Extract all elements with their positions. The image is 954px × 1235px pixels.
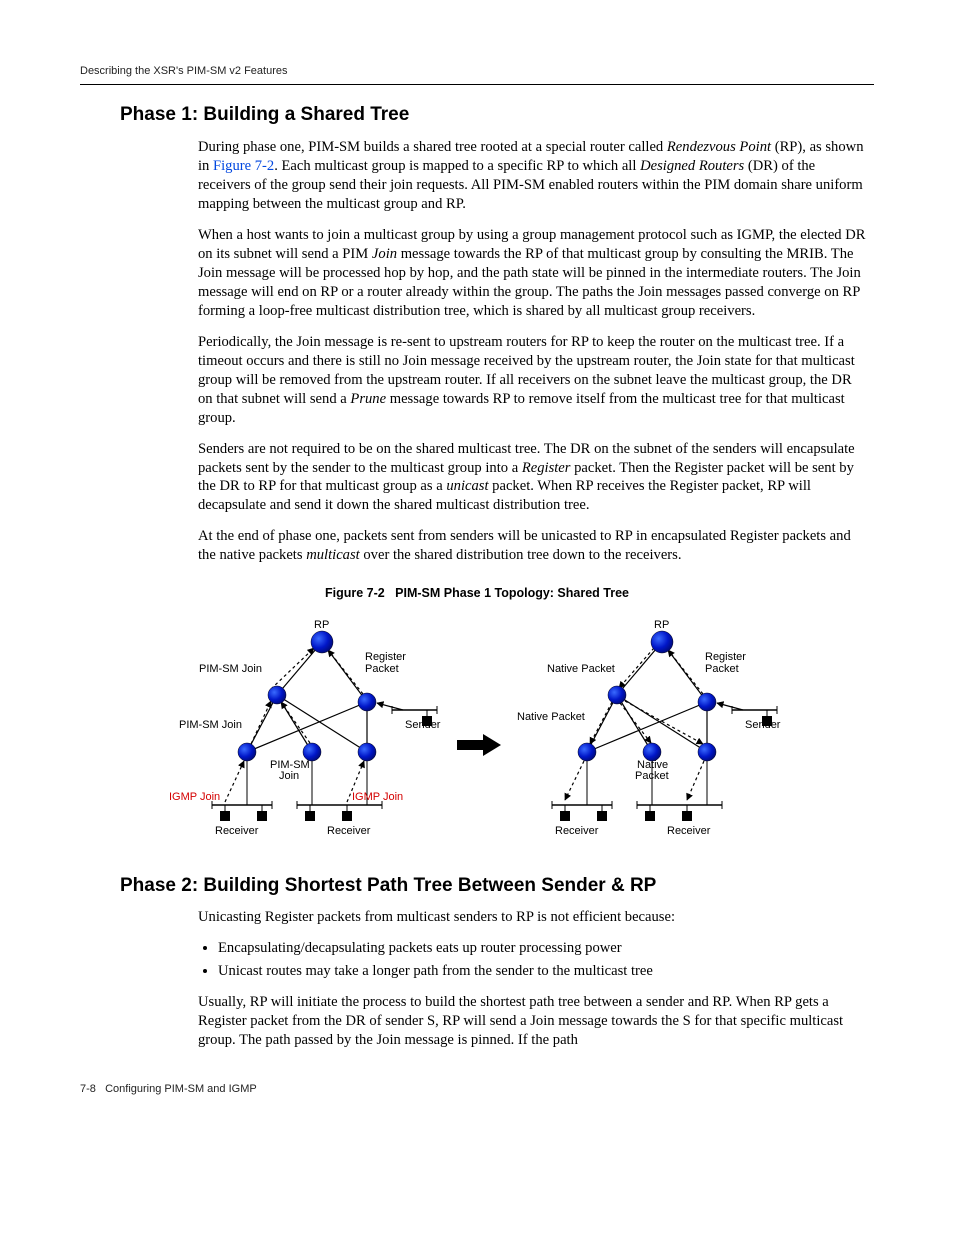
phase1-p4: Senders are not required to be on the sh… — [198, 440, 868, 516]
term-prune: Prune — [350, 391, 386, 407]
phase1-p3: Periodically, the Join message is re-sen… — [198, 333, 868, 428]
chapter-title: Configuring PIM-SM and IGMP — [105, 1083, 257, 1095]
figure-caption: Figure 7-2 PIM-SM Phase 1 Topology: Shar… — [80, 585, 874, 601]
label-native-packet: Native Packet — [547, 663, 615, 675]
phase1-body: During phase one, PIM-SM builds a shared… — [198, 138, 868, 565]
label-packet: Packet — [705, 663, 739, 675]
text: During phase one, PIM-SM builds a shared… — [198, 139, 667, 155]
term-multicast: multicast — [306, 547, 360, 563]
phase1-p2: When a host wants to join a multicast gr… — [198, 226, 868, 321]
label-packet: Packet — [365, 663, 399, 675]
phase1-p5: At the end of phase one, packets sent fr… — [198, 527, 868, 565]
label-receiver: Receiver — [667, 825, 711, 837]
figure-7-2: RPRegisterPacketSenderReceiverReceiverPI… — [157, 610, 797, 856]
term-designed-routers: Designed Routers — [640, 158, 744, 174]
term-register: Register — [522, 460, 571, 476]
term-rendezvous-point: Rendezvous Point — [667, 139, 771, 155]
phase2-p1: Usually, RP will initiate the process to… — [198, 993, 868, 1050]
running-header: Describing the XSR's PIM-SM v2 Features — [80, 64, 874, 85]
text: over the shared distribution tree down t… — [360, 547, 682, 563]
page-number: 7-8 — [80, 1083, 96, 1095]
label-rp: RP — [654, 619, 669, 631]
label-register: Register — [365, 651, 406, 663]
page: Describing the XSR's PIM-SM v2 Features … — [0, 0, 954, 1136]
phase2-body: Unicasting Register packets from multica… — [198, 908, 868, 1050]
label-pimsm-join: PIM-SM Join — [179, 719, 242, 731]
label-sender: Sender — [405, 719, 441, 731]
list-item: Unicast routes may take a longer path fr… — [218, 962, 868, 981]
label-pimsm-join: PIM-SM Join — [199, 663, 262, 675]
text: . Each multicast group is mapped to a sp… — [274, 158, 640, 174]
label-igmp-join: IGMP Join — [169, 791, 220, 803]
phase2-intro: Unicasting Register packets from multica… — [198, 908, 868, 927]
label-igmp-join: IGMP Join — [352, 791, 403, 803]
figure-label: Figure 7-2 — [325, 586, 385, 600]
label-sender: Sender — [745, 719, 781, 731]
label-receiver: Receiver — [215, 825, 259, 837]
label-register: Register — [705, 651, 746, 663]
svg-text:Join: Join — [279, 770, 299, 782]
label-receiver: Receiver — [327, 825, 371, 837]
phase1-p1: During phase one, PIM-SM builds a shared… — [198, 138, 868, 214]
heading-phase1: Phase 1: Building a Shared Tree — [120, 103, 874, 128]
heading-phase2: Phase 2: Building Shortest Path Tree Bet… — [120, 874, 874, 899]
label-receiver: Receiver — [555, 825, 599, 837]
phase2-bullets: Encapsulating/decapsulating packets eats… — [198, 939, 868, 981]
svg-text:Packet: Packet — [635, 770, 669, 782]
term-join: Join — [372, 246, 397, 262]
figure-title: PIM-SM Phase 1 Topology: Shared Tree — [395, 586, 629, 600]
page-footer: 7-8 Configuring PIM-SM and IGMP — [80, 1082, 874, 1096]
label-native-packet: Native Packet — [517, 711, 585, 723]
transition-arrow-icon — [457, 734, 501, 756]
link-figure-7-2[interactable]: Figure 7-2 — [213, 158, 274, 174]
label-rp: RP — [314, 619, 329, 631]
term-unicast: unicast — [446, 478, 488, 494]
list-item: Encapsulating/decapsulating packets eats… — [218, 939, 868, 958]
